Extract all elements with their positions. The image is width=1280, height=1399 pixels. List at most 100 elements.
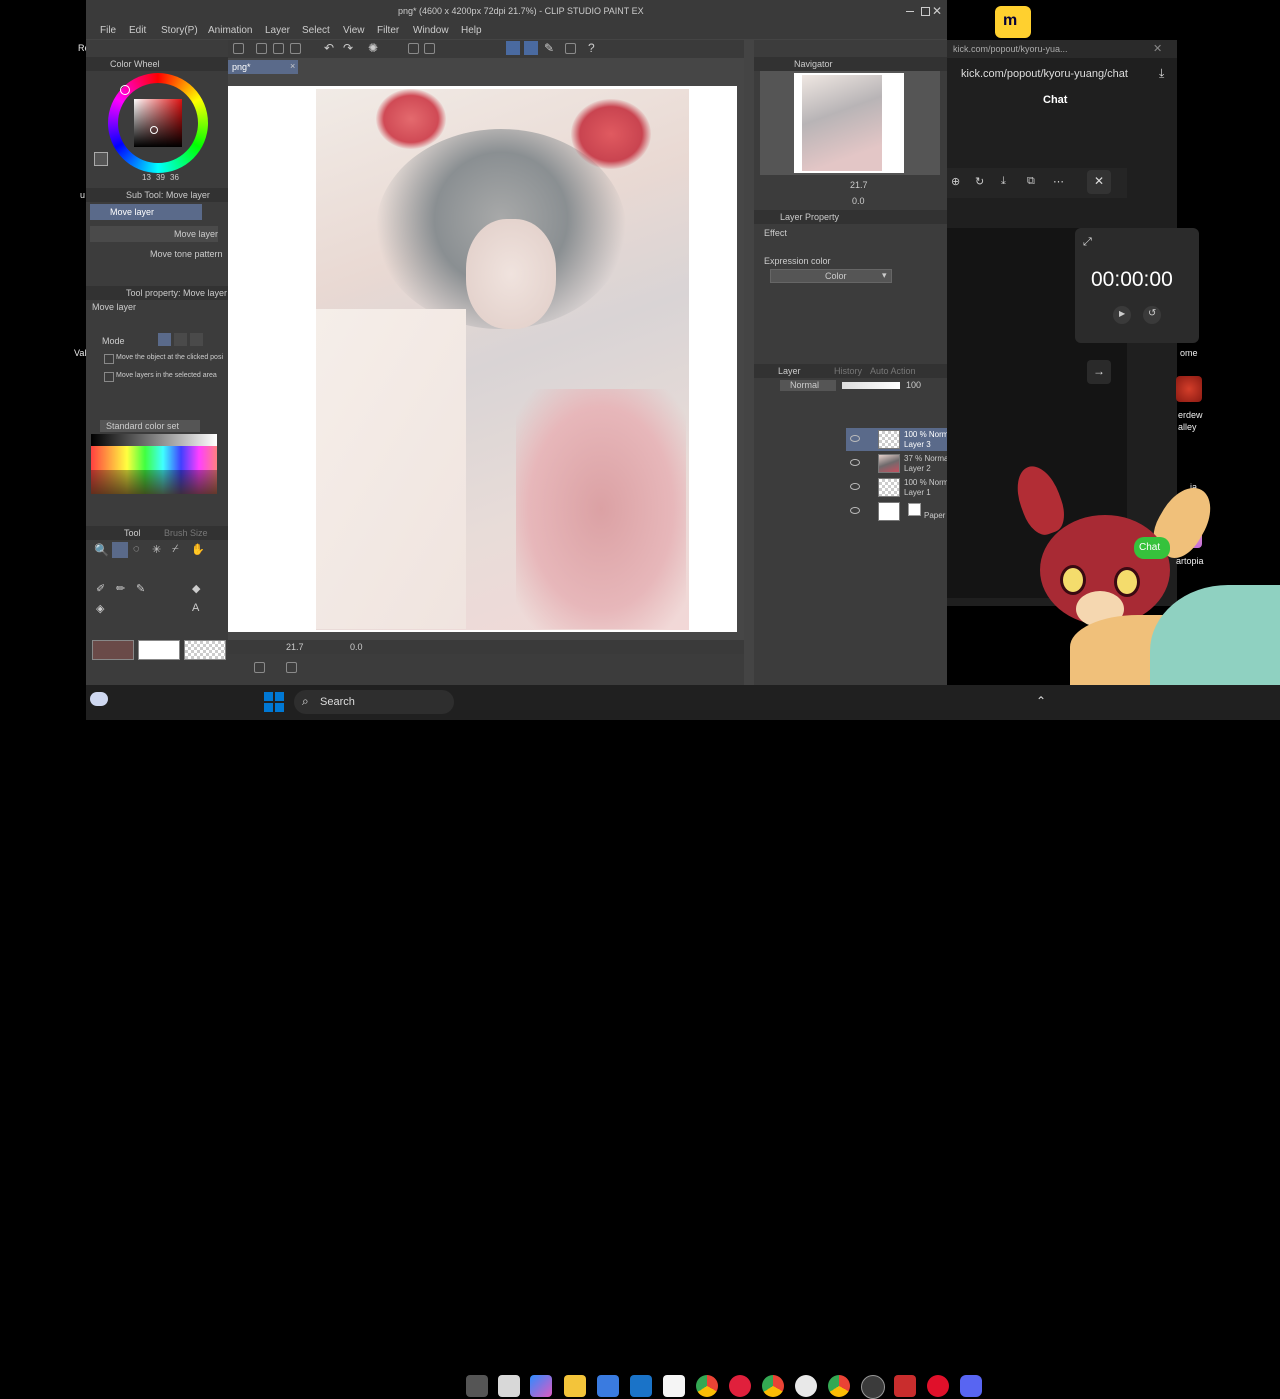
- start-button[interactable]: [264, 692, 284, 712]
- taskbar-app-github[interactable]: [795, 1375, 817, 1397]
- browser-address-bar[interactable]: kick.com/popout/kyoru-yuang/chat ⤓: [947, 64, 1177, 84]
- maximize-icon[interactable]: [921, 7, 930, 16]
- auto-action-tab[interactable]: Auto Action: [870, 366, 916, 376]
- menu-window[interactable]: Window: [413, 25, 449, 36]
- pen-tool-icon[interactable]: ✐: [96, 582, 105, 595]
- ruler-snap-icon[interactable]: [506, 41, 520, 55]
- browser-tab-title[interactable]: kick.com/popout/kyoru-yua...: [953, 44, 1068, 54]
- minimize-icon[interactable]: [906, 11, 914, 12]
- zoom-in-icon[interactable]: ⊕: [951, 175, 960, 188]
- taskbar-app-clip-studio[interactable]: [498, 1375, 520, 1397]
- app-icon-miro[interactable]: m: [995, 6, 1031, 38]
- subtool-item-move-layer-2[interactable]: Move layer: [90, 226, 218, 242]
- sub-color-white-swatch[interactable]: [138, 640, 180, 660]
- taskbar-app-chrome[interactable]: [696, 1375, 718, 1397]
- weather-icon[interactable]: [90, 692, 108, 706]
- overlay-close-button[interactable]: ✕: [1087, 170, 1111, 194]
- pencil-tool-icon[interactable]: ✏: [116, 582, 125, 595]
- document-tab[interactable]: png* ×: [228, 60, 298, 74]
- document-tab-close-icon[interactable]: ×: [290, 61, 295, 71]
- taskbar-app-file-explorer[interactable]: [564, 1375, 586, 1397]
- mode-button-3[interactable]: [190, 333, 203, 346]
- taskbar-app-task-view[interactable]: [466, 1375, 488, 1397]
- menu-help[interactable]: Help: [461, 25, 482, 36]
- taskbar-app-discord[interactable]: [960, 1375, 982, 1397]
- menu-layer[interactable]: Layer: [265, 25, 290, 36]
- mode-button-1[interactable]: [158, 333, 171, 346]
- taskbar-app-media[interactable]: [729, 1375, 751, 1397]
- menu-view[interactable]: View: [343, 25, 365, 36]
- menu-edit[interactable]: Edit: [129, 25, 146, 36]
- subtool-item-move-tone[interactable]: Move tone pattern: [90, 246, 223, 262]
- expand-icon[interactable]: ⤢: [1083, 236, 1092, 249]
- download-icon[interactable]: ⤓: [1159, 66, 1164, 81]
- main-color-swatch[interactable]: [92, 640, 134, 660]
- chat-bubble[interactable]: Chat: [1134, 537, 1170, 559]
- opacity-slider[interactable]: [842, 382, 900, 389]
- forward-arrow-button[interactable]: →: [1087, 360, 1111, 384]
- menu-story[interactable]: Story(P): [161, 25, 198, 36]
- transparent-swatch[interactable]: [184, 640, 226, 660]
- option1-checkbox[interactable]: [104, 354, 114, 364]
- eyedropper-icon[interactable]: ⌿: [172, 543, 179, 556]
- taskbar-app-vivaldi[interactable]: [894, 1375, 916, 1397]
- visibility-eye-icon[interactable]: [850, 507, 860, 514]
- taskbar-app-chrome-2[interactable]: [762, 1375, 784, 1397]
- menu-animation[interactable]: Animation: [208, 25, 252, 36]
- home-icon[interactable]: [233, 43, 244, 54]
- brushsize-tab[interactable]: Brush Size: [164, 528, 208, 538]
- tray-chevron-icon[interactable]: ⌃: [1036, 694, 1046, 708]
- hand-tool-icon[interactable]: ✋: [191, 543, 205, 556]
- eraser-tool-icon[interactable]: ◆: [192, 582, 200, 595]
- brush-tool-icon[interactable]: ✎: [136, 582, 145, 595]
- layout-icon[interactable]: [254, 662, 265, 673]
- navigator-preview[interactable]: [760, 71, 940, 175]
- close-icon[interactable]: ✕: [932, 4, 942, 18]
- pen-icon[interactable]: ✎: [544, 41, 554, 55]
- taskbar-app-notion[interactable]: [663, 1375, 685, 1397]
- magic-wand-icon[interactable]: ✳: [152, 543, 161, 556]
- visibility-eye-icon[interactable]: [850, 483, 860, 490]
- app-icon-stardew[interactable]: [1176, 376, 1202, 402]
- expression-dropdown[interactable]: Color ▾: [770, 269, 892, 283]
- history-tab[interactable]: History: [834, 366, 862, 376]
- settings-icon[interactable]: ✺: [368, 41, 378, 55]
- text-tool-icon[interactable]: A: [192, 602, 199, 614]
- help-icon[interactable]: ?: [588, 41, 595, 55]
- fill-tool-icon[interactable]: ◈: [96, 602, 104, 615]
- taskbar-app-outlook[interactable]: [630, 1375, 652, 1397]
- move-tool-icon[interactable]: [112, 542, 128, 558]
- undo-icon[interactable]: ↶: [324, 41, 334, 55]
- tool-tab[interactable]: Tool: [124, 528, 141, 538]
- taskbar-app-copilot[interactable]: [530, 1375, 552, 1397]
- sub-color-swatch[interactable]: [94, 152, 108, 166]
- color-square[interactable]: [134, 99, 182, 147]
- option2-checkbox[interactable]: [104, 372, 114, 382]
- lasso-tool-icon[interactable]: ◌: [133, 543, 140, 555]
- open-external-icon[interactable]: ⧉: [1027, 175, 1035, 188]
- zoom-tool-icon[interactable]: 🔍: [94, 543, 109, 557]
- save-icon[interactable]: [290, 43, 301, 54]
- download-small-icon[interactable]: ⤓: [1001, 175, 1006, 188]
- visibility-eye-icon[interactable]: [850, 435, 860, 442]
- redo-arrow-icon[interactable]: ↻: [975, 175, 984, 188]
- taskbar-app-microsoft-store[interactable]: [597, 1375, 619, 1397]
- menu-file[interactable]: File: [100, 25, 116, 36]
- redo-icon[interactable]: ↷: [343, 41, 353, 55]
- color-wheel[interactable]: [108, 73, 208, 173]
- play-button[interactable]: ▶: [1113, 306, 1131, 324]
- menu-select[interactable]: Select: [302, 25, 330, 36]
- taskbar-app-obs[interactable]: [861, 1375, 885, 1399]
- browser-close-icon[interactable]: ✕: [1153, 42, 1162, 55]
- fill-icon[interactable]: [408, 43, 419, 54]
- menu-filter[interactable]: Filter: [377, 25, 399, 36]
- mobile-icon[interactable]: [565, 43, 576, 54]
- taskbar-app-chrome-3[interactable]: [828, 1375, 850, 1397]
- subtool-item-move-layer[interactable]: Move layer: [90, 204, 202, 220]
- reset-button[interactable]: ↺: [1143, 306, 1161, 324]
- more-icon[interactable]: ⋯: [1053, 175, 1064, 188]
- special-ruler-icon[interactable]: [524, 41, 538, 55]
- mode-button-2[interactable]: [174, 333, 187, 346]
- taskbar-app-opera[interactable]: [927, 1375, 949, 1397]
- new-file-icon[interactable]: [256, 43, 267, 54]
